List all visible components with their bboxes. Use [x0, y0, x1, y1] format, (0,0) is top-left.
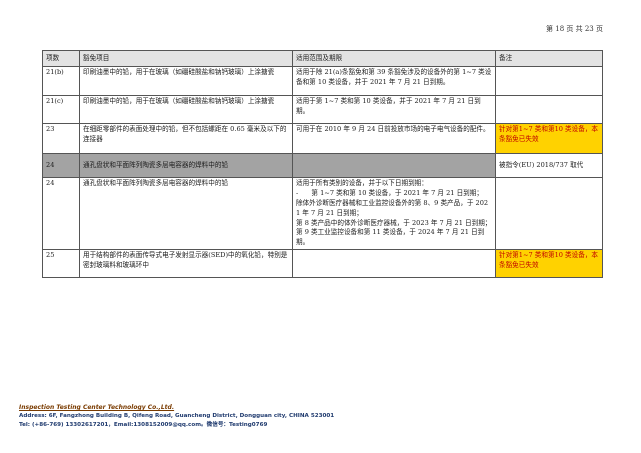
footer: Inspection Testing Center Technology Co.… — [19, 403, 334, 430]
cell-item: 通孔盘状和平面阵列陶瓷多层电容器的焊料中的铅 — [79, 176, 293, 251]
cell-scope: 适用于所有类别的设备，并于以下日期到期： - 第 1~7 类和第 10 类设备，… — [292, 176, 496, 251]
scope-line: 除体外诊断医疗器械和工业监控设备外的第 8、9 类产品，于 2021 年 7 月… — [296, 198, 489, 217]
cell-no: 21(b) — [42, 66, 80, 96]
cell-remark: 被指令(EU) 2018/737 取代 — [495, 153, 603, 178]
table-row: 25 用于结构部件的表面传导式电子发射显示器(SED)中的氧化铅，特别是密封玻璃… — [42, 249, 603, 279]
cell-no: 21(c) — [42, 95, 80, 124]
table-row: 21(c) 印刷油墨中的铅，用于在玻璃（如硼硅酸盐和钠钙玻璃）上涂搪瓷 适用于第… — [42, 95, 603, 124]
exemption-table: 项数 豁免项目 适用范围及期限 备注 21(b) 印刷油墨中的铅，用于在玻璃（如… — [42, 50, 603, 279]
footer-address: Address: 6F, Fangzhong Building B, Qifen… — [19, 413, 335, 420]
table-row: 23 在细距零部件的表面处理中的铅，但不包括螺距在 0.65 毫米及以下的连接器… — [42, 123, 603, 154]
footer-company: Inspection Testing Center Technology Co.… — [19, 404, 175, 411]
scope-line: - 第 1~7 类和第 10 类设备，于 2021 年 7 月 21 日到期； — [296, 188, 483, 197]
table-header-row: 项数 豁免项目 适用范围及期限 备注 — [42, 50, 603, 67]
header-scope: 适用范围及期限 — [292, 50, 496, 67]
footer-contact: Tel: (+86-769) 13302617201，Email:1308152… — [19, 421, 268, 428]
header-no: 项数 — [42, 50, 80, 67]
table-row-superseded: 24 通孔盘状和平面阵列陶瓷多层电容器的焊料中的铅 被指令(EU) 2018/7… — [42, 153, 603, 178]
table-row: 21(b) 印刷油墨中的铅，用于在玻璃（如硼硅酸盐和钠钙玻璃）上涂搪瓷 适用于除… — [42, 66, 603, 96]
scope-line: 第 9 类工业监控设备和第 11 类设备，于 2024 年 7 月 21 日到期… — [296, 228, 485, 247]
cell-scope: 可用于在 2010 年 9 月 24 日前投放市场的电子电气设备的配件。 — [292, 123, 496, 154]
cell-no: 24 — [42, 176, 80, 251]
cell-item: 印刷油墨中的铅，用于在玻璃（如硼硅酸盐和钠钙玻璃）上涂搪瓷 — [79, 95, 293, 124]
cell-remark-highlight: 针对第1~7 类和第10 类设备，本条豁免已失效 — [495, 249, 603, 279]
header-remark: 备注 — [495, 50, 603, 67]
cell-no: 24 — [42, 153, 80, 178]
scope-line: 适用于所有类别的设备，并于以下日期到期： — [296, 179, 428, 187]
cell-item: 用于结构部件的表面传导式电子发射显示器(SED)中的氧化铅，特别是密封玻璃料和玻… — [79, 249, 293, 279]
cell-item: 通孔盘状和平面阵列陶瓷多层电容器的焊料中的铅 — [79, 153, 293, 178]
cell-remark — [495, 66, 603, 96]
cell-remark — [495, 95, 603, 124]
cell-scope — [292, 249, 496, 279]
cell-item: 印刷油墨中的铅，用于在玻璃（如硼硅酸盐和钠钙玻璃）上涂搪瓷 — [79, 66, 293, 96]
cell-item: 在细距零部件的表面处理中的铅，但不包括螺距在 0.65 毫米及以下的连接器 — [79, 123, 293, 154]
cell-scope — [292, 153, 496, 178]
cell-no: 23 — [42, 123, 80, 154]
cell-remark-highlight: 针对第1~7 类和第10 类设备，本条豁免已失效 — [495, 123, 603, 154]
cell-scope: 适用于除 21(a)条豁免和第 39 条豁免涉及的设备外的第 1~7 类设备和第… — [292, 66, 496, 96]
cell-remark — [495, 176, 603, 251]
cell-no: 25 — [42, 249, 80, 279]
page-number: 第 18 页 共 23 页 — [546, 25, 603, 33]
cell-scope: 适用于第 1~7 类和第 10 类设备，并于 2021 年 7 月 21 日到期… — [292, 95, 496, 124]
scope-line: 第 8 类产品中的体外诊断医疗器械，于 2023 年 7 月 21 日到期； — [296, 218, 492, 227]
table-row: 24 通孔盘状和平面阵列陶瓷多层电容器的焊料中的铅 适用于所有类别的设备，并于以… — [42, 176, 603, 251]
header-item: 豁免项目 — [79, 50, 293, 67]
